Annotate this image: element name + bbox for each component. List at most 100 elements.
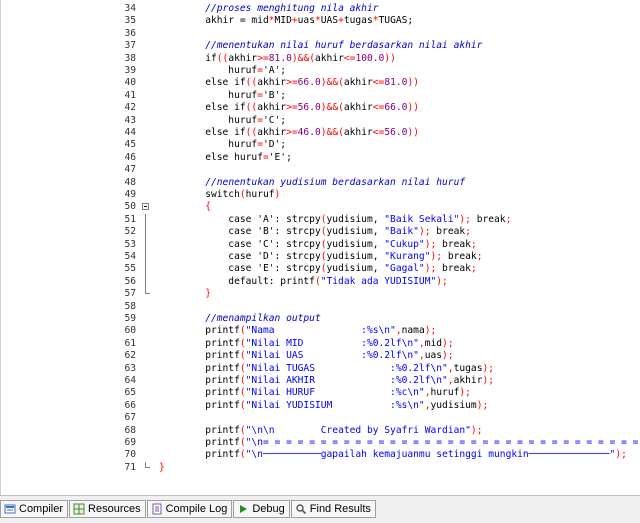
code-line[interactable]: 65 printf("Nilai HURUF :%c\n",huruf);: [0, 387, 640, 399]
code-token-symbol: );: [430, 251, 448, 262]
code-text: printf("Nilai UAS :%0.2lf\n",uas);: [159, 350, 453, 362]
code-token-symbol: <=: [372, 127, 385, 138]
code-token-default: [159, 201, 205, 212]
line-number: 35: [124, 15, 136, 27]
code-line[interactable]: 35 akhir = mid*MID+uas*UAS+tugas*TUGAS;: [0, 15, 640, 27]
code-line[interactable]: 64 printf("Nilai AKHIR :%0.2lf\n",akhir)…: [0, 375, 640, 387]
code-line[interactable]: 56 default: printf("Tidak ada YUDISIUM")…: [0, 275, 640, 289]
code-text: default: printf("Tidak ada YUDISIUM");: [159, 276, 448, 288]
code-line[interactable]: 41 huruf='B';: [0, 90, 640, 102]
code-line[interactable]: 47: [0, 164, 640, 176]
code-line[interactable]: 38 if((akhir>=81.0)&&(akhir<=100.0)): [0, 53, 640, 65]
code-token-default: huruf: [159, 139, 258, 151]
code-line[interactable]: 69 printf("\n= = = = = = = = = = = = = =…: [0, 437, 640, 449]
line-number: 37: [124, 40, 136, 52]
code-token-symbol: );: [459, 387, 471, 399]
code-token-default: akhir = mid: [159, 15, 269, 27]
code-text: huruf='B';: [159, 90, 286, 102]
code-line[interactable]: 71}: [0, 461, 640, 474]
code-line[interactable]: 57 }: [0, 288, 640, 300]
code-token-string: "Baik": [384, 226, 419, 238]
tab-label: Find Results: [309, 503, 371, 515]
code-token-symbol: );: [476, 399, 489, 411]
code-token-symbol: ;: [465, 226, 471, 238]
code-line[interactable]: 66 printf("Nilai YUDISIUM :%s\n",yudisiu…: [0, 400, 640, 412]
code-token-default: case 'B': strcpy: [159, 226, 321, 238]
code-line[interactable]: 62 printf("Nilai UAS :%0.2lf\n",uas);: [0, 350, 640, 362]
line-number: 71: [124, 461, 136, 473]
code-line[interactable]: 54 case 'D': strcpy(yudisium, "Kurang");…: [0, 251, 640, 264]
code-line[interactable]: 68 printf("\n\n Created by Syafri Wardia…: [0, 425, 640, 437]
code-token-default: uas: [297, 15, 315, 27]
code-token-number: 46.0: [297, 127, 321, 138]
code-token-default: [159, 40, 205, 51]
code-line[interactable]: 46 else huruf='E';: [0, 152, 640, 164]
code-line[interactable]: 40 else if((akhir>=66.0)&&(akhir<=81.0)): [0, 77, 640, 89]
code-token-default: printf: [159, 387, 240, 399]
code-token-default: huruf: [430, 387, 460, 399]
compile-log-icon: [151, 503, 163, 515]
code-text: case 'D': strcpy(yudisium, "Kurang"); br…: [159, 251, 482, 263]
code-line[interactable]: 60 printf("Nama :%s\n",nama);: [0, 325, 640, 337]
code-line[interactable]: 42 else if((akhir>=56.0)&&(akhir<=66.0)): [0, 102, 640, 114]
code-line[interactable]: 70 printf("\n──────────gapailah kemajuan…: [0, 449, 640, 461]
code-line[interactable]: 59 //menampilkan output: [0, 313, 640, 325]
code-token-default: default: printf: [159, 275, 315, 287]
code-line[interactable]: 43 huruf='C';: [0, 115, 640, 127]
code-line[interactable]: 49 switch(huruf): [0, 189, 640, 201]
code-line[interactable]: 36: [0, 28, 640, 40]
code-token-string: "Baik Sekali": [384, 213, 460, 225]
code-line[interactable]: 50 {: [0, 201, 640, 213]
code-token-default: akhir: [343, 127, 373, 138]
code-line[interactable]: 37 //menentukan nilai huruf berdasarkan …: [0, 40, 640, 52]
code-text: printf("Nama :%s\n",nama);: [159, 325, 436, 337]
fold-guide-line: [145, 238, 146, 251]
code-token-default: printf: [159, 362, 240, 374]
line-number: 49: [124, 189, 136, 200]
tab-find-results[interactable]: Find Results: [290, 500, 376, 518]
code-token-string: "Nilai UAS :%0.2lf\n": [245, 350, 419, 362]
code-line[interactable]: 58: [0, 301, 640, 313]
line-number: 51: [124, 213, 136, 225]
code-text: else if((akhir>=56.0)&&(akhir<=66.0)): [159, 102, 419, 114]
tab-compile-log[interactable]: Compile Log: [146, 500, 233, 518]
line-number: 36: [124, 27, 136, 39]
code-editor[interactable]: 34 //proses menghitung nila akhir 35 akhi…: [0, 0, 640, 495]
code-line[interactable]: 52 case 'B': strcpy(yudisium, "Baik"); b…: [0, 226, 640, 239]
line-number: 68: [124, 424, 136, 436]
tab-resources[interactable]: Resources: [69, 500, 146, 518]
code-line[interactable]: 39 huruf='A';: [0, 65, 640, 77]
tab-debug[interactable]: Debug: [233, 500, 290, 518]
code-line[interactable]: 45 huruf='D';: [0, 139, 640, 151]
line-number: 61: [124, 337, 136, 349]
code-token-comment: //menentukan nilai huruf berdasarkan nil…: [205, 40, 483, 52]
code-token-default: UAS: [320, 15, 339, 27]
code-token-default: huruf: [159, 114, 258, 126]
code-line[interactable]: 53 case 'C': strcpy(yudisium, "Cukup"); …: [0, 238, 640, 251]
code-line[interactable]: 67: [0, 412, 640, 424]
code-token-string: "\n\n Created by Syafri Wardian": [245, 424, 471, 436]
code-token-default: akhir: [343, 102, 373, 114]
code-line[interactable]: 51 case 'A': strcpy(yudisium, "Baik Seka…: [0, 213, 640, 227]
fold-end-marker: [145, 461, 150, 468]
fold-guide-line: [145, 213, 146, 227]
code-line[interactable]: 63 printf("Nilai TUGAS :%0.2lf\n",tugas)…: [0, 363, 640, 375]
tab-compiler[interactable]: Compiler: [0, 500, 69, 518]
fold-guide-line: [145, 226, 146, 239]
code-line[interactable]: 61 printf("Nilai MID :%0.2lf\n",mid);: [0, 338, 640, 350]
code-line[interactable]: 48 //nenentukan yudisium berdasarkan nil…: [0, 177, 640, 189]
code-token-number: 100.0: [355, 52, 385, 64]
code-token-default: printf: [159, 325, 240, 337]
fold-collapse-icon[interactable]: [142, 203, 149, 211]
compiler-icon: [4, 503, 16, 515]
code-token-symbol: );: [482, 375, 495, 386]
line-number: 54: [124, 251, 136, 262]
code-token-symbol: ): [274, 189, 281, 200]
code-token-symbol: );: [424, 238, 443, 250]
code-token-symbol: <=: [372, 77, 385, 89]
code-line[interactable]: 44 else if((akhir>=46.0)&&(akhir<=56.0)): [0, 127, 640, 139]
line-number: 60: [124, 325, 136, 337]
code-line[interactable]: 55 case 'E': strcpy(yudisium, "Gagal"); …: [0, 263, 640, 276]
code-line[interactable]: 34 //proses menghitung nila akhir: [0, 3, 640, 15]
code-text: case 'C': strcpy(yudisium, "Cukup"); bre…: [159, 238, 476, 251]
